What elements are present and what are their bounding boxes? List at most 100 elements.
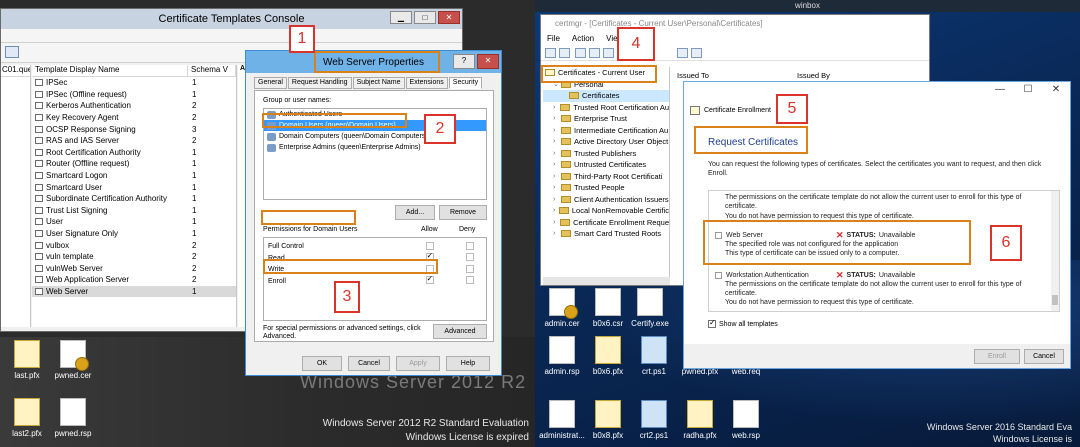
tree-item[interactable]: › Trusted Publishers xyxy=(543,148,669,160)
expand-arrow-icon[interactable]: › xyxy=(553,138,561,145)
console-titlebar[interactable]: Certificate Templates Console ▁ □ ✕ xyxy=(1,9,462,29)
template-checkbox[interactable] xyxy=(715,272,722,279)
expand-arrow-icon[interactable]: › xyxy=(553,230,561,237)
table-row[interactable]: User 1 xyxy=(32,216,236,228)
table-row[interactable]: Router (Offline request) 1 xyxy=(32,158,236,170)
desktop-icon[interactable]: pwned.rsp xyxy=(46,398,100,438)
export-list-icon[interactable] xyxy=(603,48,614,58)
allow-checkbox[interactable] xyxy=(425,274,434,285)
template-entry-workstation-authentication[interactable]: Workstation Authentication ✕ STATUS: Una… xyxy=(709,271,1049,307)
table-row[interactable]: Web Server 1 xyxy=(32,285,236,298)
table-row[interactable]: Web Application Server 2 xyxy=(32,274,236,286)
table-row[interactable]: RAS and IAS Server 2 xyxy=(32,135,236,147)
table-row[interactable]: vulnWeb Server 2 xyxy=(32,263,236,275)
menu-action[interactable]: Action xyxy=(572,34,594,43)
tab-general[interactable]: General xyxy=(254,77,287,89)
expand-arrow-icon[interactable]: › xyxy=(553,127,561,134)
back-icon[interactable] xyxy=(545,48,556,58)
table-row[interactable]: Trust List Signing 1 xyxy=(32,205,236,217)
table-row[interactable]: vuln template 2 xyxy=(32,251,236,263)
column-schema-version[interactable]: Schema V xyxy=(188,65,236,76)
tree-item[interactable]: › Trusted Root Certification Au xyxy=(543,102,669,114)
table-row[interactable]: Smartcard User 1 xyxy=(32,181,236,193)
close-button[interactable]: ✕ xyxy=(1044,84,1068,95)
tree-item[interactable]: › Third-Party Root Certificati xyxy=(543,171,669,183)
apply-button[interactable]: Apply xyxy=(396,356,440,371)
expand-arrow-icon[interactable]: › xyxy=(553,150,561,157)
deny-checkbox[interactable] xyxy=(466,264,475,273)
document-icon xyxy=(637,288,663,316)
expand-arrow-icon[interactable]: › xyxy=(553,115,561,122)
table-row[interactable]: IPSec (Offline request) 1 xyxy=(32,89,236,101)
close-button[interactable]: ✕ xyxy=(438,11,460,24)
tree-item[interactable]: › Trusted People xyxy=(543,182,669,194)
tree-item[interactable]: › Untrusted Certificates xyxy=(543,159,669,171)
menu-file[interactable]: File xyxy=(547,34,560,43)
tree-item[interactable]: › Enterprise Trust xyxy=(543,113,669,125)
enrollment-titlebar[interactable]: — ☐ ✕ xyxy=(684,82,1070,102)
tree-item[interactable]: Certificates xyxy=(543,90,669,102)
tab-extensions[interactable]: Extensions xyxy=(405,77,448,89)
tab-request-handling[interactable]: Request Handling xyxy=(287,77,352,89)
table-row[interactable]: IPSec 1 xyxy=(32,77,236,89)
tree-item[interactable]: › Certificate Enrollment Reque xyxy=(543,217,669,229)
help-button[interactable]: ? xyxy=(453,54,475,69)
table-row[interactable]: OCSP Response Signing 3 xyxy=(32,123,236,135)
deny-checkbox[interactable] xyxy=(466,253,475,262)
expand-arrow-icon[interactable]: › xyxy=(553,219,560,226)
tree-item[interactable]: › Smart Card Trusted Roots xyxy=(543,228,669,240)
deny-checkbox[interactable] xyxy=(466,241,475,250)
column-issued-to[interactable]: Issued To xyxy=(675,71,797,80)
show-hide-pane-icon[interactable] xyxy=(5,46,19,58)
forward-icon[interactable] xyxy=(559,48,570,58)
maximize-button[interactable]: ☐ xyxy=(1016,84,1040,95)
show-tree-icon[interactable] xyxy=(589,48,600,58)
up-folder-icon[interactable] xyxy=(575,48,586,58)
table-row[interactable]: Smartcard Logon 1 xyxy=(32,170,236,182)
show-all-checkbox[interactable] xyxy=(708,318,716,328)
expand-arrow-icon[interactable]: › xyxy=(553,196,561,203)
expand-arrow-icon[interactable]: › xyxy=(553,173,561,180)
snapin-icon[interactable] xyxy=(691,48,702,58)
allow-checkbox[interactable] xyxy=(425,241,434,250)
expand-arrow-icon[interactable]: › xyxy=(553,104,560,111)
tab-subject-name[interactable]: Subject Name xyxy=(352,77,405,89)
certmgr-titlebar[interactable]: certmgr - [Certificates - Current User\P… xyxy=(541,15,929,31)
table-row[interactable]: Subordinate Certification Authority 1 xyxy=(32,193,236,205)
desktop-icon[interactable]: pwned.cer xyxy=(46,340,100,380)
horizontal-scrollbar[interactable] xyxy=(543,277,670,285)
advanced-button[interactable]: Advanced xyxy=(433,324,487,339)
expand-arrow-icon[interactable]: › xyxy=(553,161,561,168)
column-template-display-name[interactable]: Template Display Name xyxy=(32,65,188,76)
cancel-button[interactable]: Cancel xyxy=(348,356,390,371)
table-row[interactable]: Kerberos Authentication 2 xyxy=(32,100,236,112)
tree-item[interactable]: › Intermediate Certification Au xyxy=(543,125,669,137)
vertical-scrollbar[interactable] xyxy=(1051,191,1059,311)
table-row[interactable]: User Signature Only 1 xyxy=(32,228,236,240)
column-issued-by[interactable]: Issued By xyxy=(797,71,907,80)
expand-arrow-icon[interactable]: › xyxy=(553,184,561,191)
remove-button[interactable]: Remove xyxy=(439,205,487,220)
help-dialog-button[interactable]: Help xyxy=(446,356,490,371)
tab-security[interactable]: Security xyxy=(448,77,483,89)
show-all-templates[interactable]: Show all templates xyxy=(708,318,778,328)
minimize-button[interactable]: — xyxy=(988,84,1012,95)
close-button[interactable]: ✕ xyxy=(477,54,499,69)
enroll-button[interactable]: Enroll xyxy=(974,349,1020,364)
desktop-icon[interactable]: web.rsp xyxy=(719,400,773,440)
table-row[interactable]: Root Certification Authority 1 xyxy=(32,147,236,159)
ok-button[interactable]: OK xyxy=(302,356,342,371)
tree-item[interactable]: › Local NonRemovable Certific xyxy=(543,205,669,217)
table-row[interactable]: vulbox 2 xyxy=(32,239,236,251)
desktop-icon[interactable]: Certify.exe xyxy=(623,288,677,328)
minimize-button[interactable]: ▁ xyxy=(390,11,412,24)
scrollbar-thumb[interactable] xyxy=(1052,295,1058,305)
tree-item[interactable]: › Active Directory User Object xyxy=(543,136,669,148)
tree-item[interactable]: › Client Authentication Issuers xyxy=(543,194,669,206)
add-button[interactable]: Add... xyxy=(395,205,435,220)
help-icon[interactable] xyxy=(677,48,688,58)
maximize-button[interactable]: □ xyxy=(414,11,436,24)
cancel-button[interactable]: Cancel xyxy=(1024,349,1064,364)
deny-checkbox[interactable] xyxy=(466,276,475,285)
table-row[interactable]: Key Recovery Agent 2 xyxy=(32,112,236,124)
